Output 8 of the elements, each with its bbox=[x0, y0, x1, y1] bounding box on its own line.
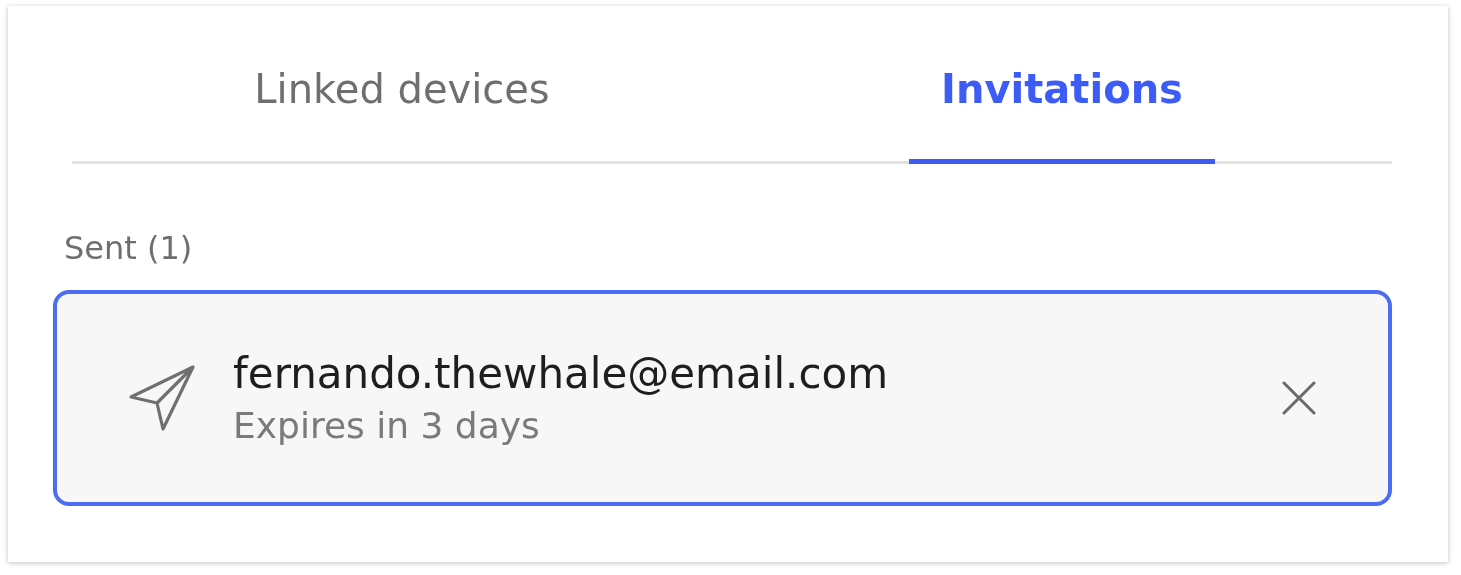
expiry-text: Expires in 3 days bbox=[233, 404, 541, 448]
close-icon[interactable] bbox=[1282, 381, 1316, 415]
tab[interactable]: Linked devices bbox=[222, 69, 582, 164]
paper-plane-icon bbox=[127, 363, 197, 433]
section-heading: Sent (1) bbox=[64, 228, 194, 268]
tab[interactable]: Invitations bbox=[909, 69, 1215, 164]
email-address: fernando.thewhale@email.com bbox=[233, 348, 890, 400]
invitation-card[interactable]: fernando.thewhale@email.com Expires in 3 days bbox=[53, 290, 1392, 506]
